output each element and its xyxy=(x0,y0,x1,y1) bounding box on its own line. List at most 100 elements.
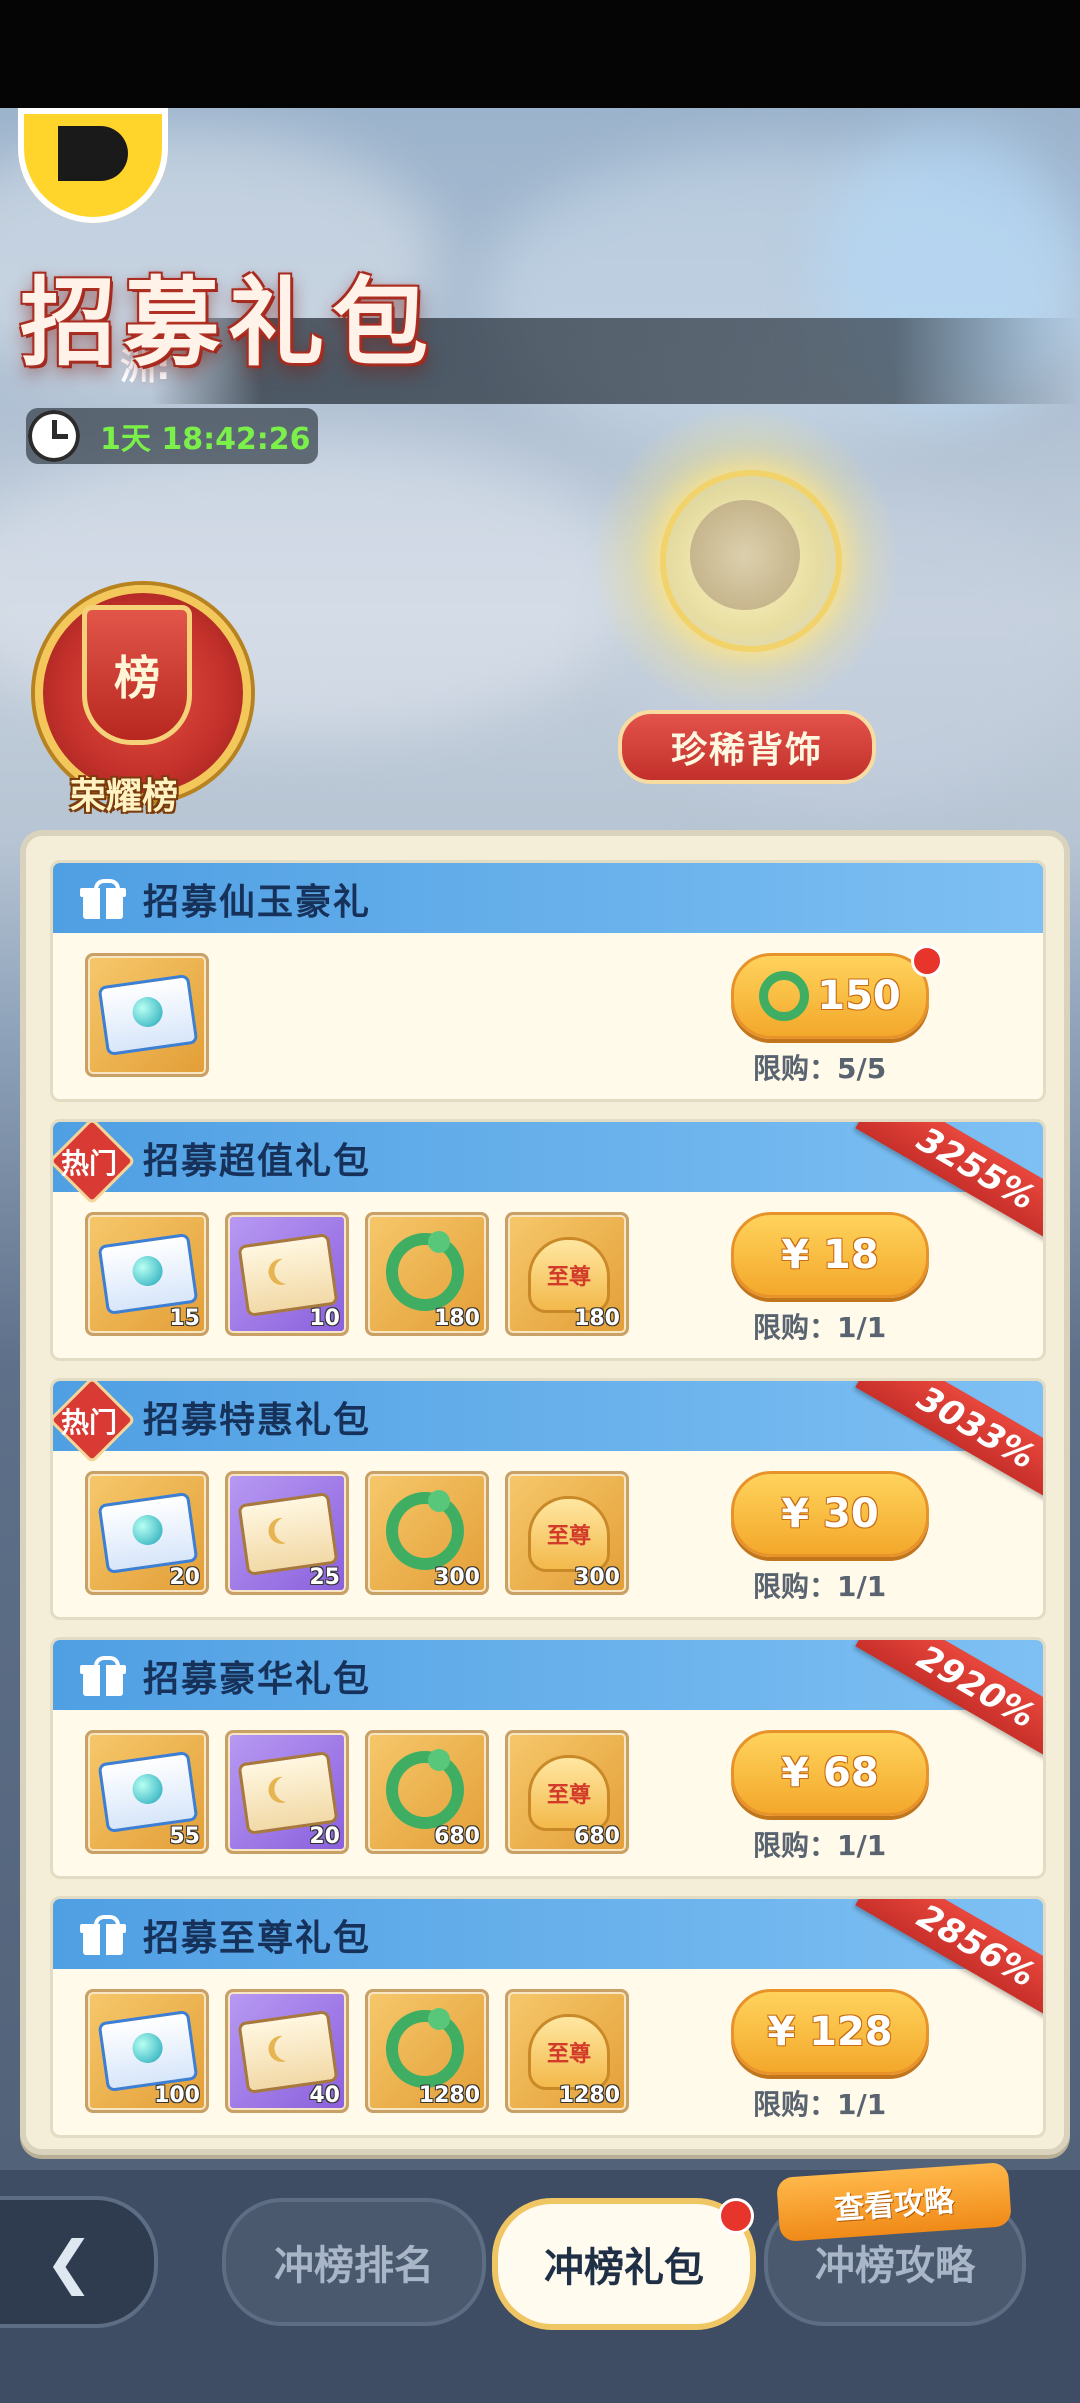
reward-item[interactable] xyxy=(85,953,209,1077)
item-quantity: 180 xyxy=(434,1306,480,1331)
reward-item[interactable]: 20 xyxy=(225,1730,349,1854)
reward-items: 20 25 300 至尊 300 xyxy=(85,1471,629,1595)
honor-board-label: 荣耀榜 xyxy=(70,776,179,817)
item-quantity: 1280 xyxy=(558,2083,620,2108)
item-quantity: 180 xyxy=(574,1306,620,1331)
supreme-token-icon: 至尊 xyxy=(528,1755,610,1831)
purchase-limit: 限购：1/1 xyxy=(753,1570,887,1603)
reward-item[interactable]: 15 xyxy=(85,1212,209,1336)
hot-badge-text: 热门 xyxy=(60,1147,117,1180)
price-label: 150 xyxy=(817,973,901,1019)
package-title: 招募至尊礼包 xyxy=(143,1918,372,1959)
title-wrap: 招募礼包 xyxy=(20,245,436,384)
item-quantity: 10 xyxy=(309,1306,340,1331)
item-quantity: 40 xyxy=(309,2083,340,2108)
reward-items: 15 10 180 至尊 180 xyxy=(85,1212,629,1336)
package-card: 招募仙玉豪礼 150 限购：5/5 xyxy=(50,860,1046,1102)
reward-item[interactable]: 至尊 680 xyxy=(505,1730,629,1854)
buy-button[interactable]: ¥ 18 xyxy=(731,1212,929,1298)
honor-shield-icon: 榜 xyxy=(82,605,192,745)
supreme-token-icon: 至尊 xyxy=(528,2014,610,2090)
clock-icon xyxy=(28,410,80,462)
purchase-limit: 限购：1/1 xyxy=(753,2088,887,2121)
honor-board-button[interactable]: 榜 荣耀榜 xyxy=(30,575,251,817)
package-panel: 招募仙玉豪礼 150 限购：5/5 热门 招募超值礼包 3255% 15 10 180 至尊 180… xyxy=(20,830,1070,2155)
price-label: ¥ 128 xyxy=(767,2009,893,2055)
purple-scroll-icon xyxy=(237,1232,339,1318)
page-title: 招募礼包 xyxy=(20,266,436,379)
buy-button[interactable]: ¥ 30 xyxy=(731,1471,929,1557)
hot-badge-text: 热门 xyxy=(60,1406,117,1439)
jade-dragon-icon xyxy=(386,2008,464,2088)
package-card: 热门 招募特惠礼包 3033% 20 25 300 至尊 300 ¥ 30 限购：1/1 xyxy=(50,1378,1046,1620)
item-quantity: 300 xyxy=(574,1565,620,1590)
back-button[interactable]: ❮ xyxy=(0,2196,158,2328)
reward-items: 100 40 1280 至尊 1280 xyxy=(85,1989,629,2113)
tab-ranking[interactable]: 冲榜排名 xyxy=(222,2198,486,2326)
item-quantity: 25 xyxy=(309,1565,340,1590)
gift-icon xyxy=(80,1656,126,1696)
item-quantity: 300 xyxy=(434,1565,480,1590)
reward-items: 55 20 680 至尊 680 xyxy=(85,1730,629,1854)
hot-badge: 热门 xyxy=(53,1381,136,1464)
price-label: ¥ 68 xyxy=(781,1750,879,1796)
jade-currency-icon xyxy=(759,971,810,1021)
package-card: 招募至尊礼包 2856% 100 40 1280 至尊 1280 ¥ 128 限购：1/1 xyxy=(50,1896,1046,2138)
countdown-text: 1天 18:42:26 xyxy=(100,422,311,457)
jade-dragon-icon xyxy=(386,1490,464,1570)
recruit-scroll-icon xyxy=(97,1491,199,1575)
buy-button[interactable]: ¥ 68 xyxy=(731,1730,929,1816)
rare-back-ornament-button[interactable]: 珍稀背饰 xyxy=(618,710,876,784)
recruit-scroll-icon xyxy=(97,2009,199,2093)
status-bar xyxy=(0,0,1080,108)
reward-item[interactable]: 680 xyxy=(365,1730,489,1854)
package-card: 热门 招募超值礼包 3255% 15 10 180 至尊 180 ¥ 18 限购：1/1 xyxy=(50,1119,1046,1361)
price-label: ¥ 18 xyxy=(781,1232,879,1278)
reward-item[interactable]: 180 xyxy=(365,1212,489,1336)
package-title: 招募仙玉豪礼 xyxy=(143,882,372,923)
reward-item[interactable]: 40 xyxy=(225,1989,349,2113)
reward-item[interactable]: 300 xyxy=(365,1471,489,1595)
countdown-timer: 1天 18:42:26 xyxy=(26,408,318,464)
purple-scroll-icon xyxy=(237,1750,339,1836)
item-quantity: 20 xyxy=(309,1824,340,1849)
reward-item[interactable]: 至尊 180 xyxy=(505,1212,629,1336)
supreme-token-icon: 至尊 xyxy=(528,1237,610,1313)
purchase-limit: 限购：1/1 xyxy=(753,1311,887,1344)
recruit-scroll-icon xyxy=(97,1232,199,1316)
notification-dot xyxy=(911,945,943,977)
item-quantity: 680 xyxy=(574,1824,620,1849)
item-quantity: 15 xyxy=(169,1306,200,1331)
purchase-limit: 限购：5/5 xyxy=(753,1052,887,1085)
back-arrow-icon: ❮ xyxy=(44,2228,94,2296)
recruit-scroll-icon xyxy=(97,1750,199,1834)
reward-item[interactable]: 1280 xyxy=(365,1989,489,2113)
reward-item[interactable]: 至尊 1280 xyxy=(505,1989,629,2113)
item-quantity: 680 xyxy=(434,1824,480,1849)
reward-item[interactable]: 至尊 300 xyxy=(505,1471,629,1595)
reward-item[interactable]: 25 xyxy=(225,1471,349,1595)
buy-button[interactable]: ¥ 128 xyxy=(731,1989,929,2075)
purple-scroll-icon xyxy=(237,1491,339,1577)
hot-badge: 热门 xyxy=(53,1122,136,1205)
supreme-token-icon: 至尊 xyxy=(528,1496,610,1572)
jade-dragon-icon xyxy=(386,1231,464,1311)
reward-item[interactable]: 10 xyxy=(225,1212,349,1336)
reward-items xyxy=(85,953,209,1077)
purple-scroll-icon xyxy=(237,2009,339,2095)
item-quantity: 20 xyxy=(169,1565,200,1590)
price-label: ¥ 30 xyxy=(781,1491,879,1537)
tab-ranking-gifts[interactable]: 冲榜礼包 xyxy=(492,2198,756,2330)
tab-notification-dot xyxy=(718,2198,754,2234)
item-quantity: 55 xyxy=(169,1824,200,1849)
recruit-scroll-icon xyxy=(97,973,199,1057)
package-title: 招募豪华礼包 xyxy=(143,1659,372,1700)
reward-item[interactable]: 100 xyxy=(85,1989,209,2113)
back-ornament-icon xyxy=(690,500,800,610)
item-quantity: 1280 xyxy=(418,2083,480,2108)
jade-dragon-icon xyxy=(386,1749,464,1829)
item-quantity: 100 xyxy=(154,2083,200,2108)
reward-item[interactable]: 20 xyxy=(85,1471,209,1595)
reward-item[interactable]: 55 xyxy=(85,1730,209,1854)
buy-button[interactable]: 150 xyxy=(731,953,929,1039)
